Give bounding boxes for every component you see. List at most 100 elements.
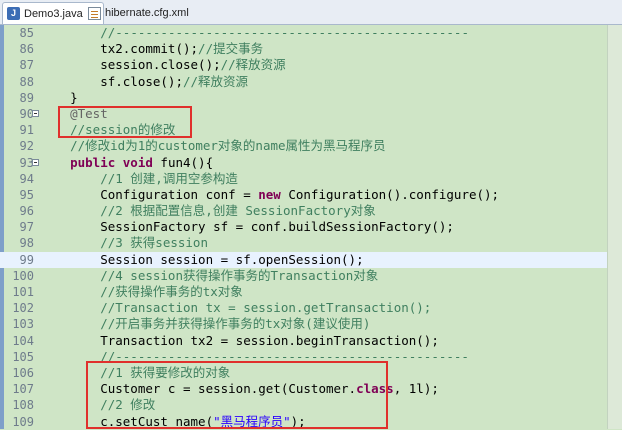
line-number: 93 [19, 155, 34, 170]
code-token: SessionFactory sf = conf.buildSessionFac… [40, 219, 454, 235]
line-number: 105 [12, 349, 34, 364]
fold-toggle-icon[interactable] [32, 109, 39, 117]
code-token: sf.close(); [40, 73, 183, 89]
code-line[interactable]: 98 //3 获得session [0, 235, 607, 251]
code-line[interactable]: 101 //获得操作事务的tx对象 [0, 284, 607, 300]
code-line[interactable]: 86 tx2.commit();//提交事务 [0, 41, 607, 57]
tab-label: hibernate.cfg.xml [105, 7, 189, 19]
code-line[interactable]: 105 //----------------------------------… [0, 349, 607, 365]
code-token: //--------------------------------------… [100, 25, 469, 40]
code-token: //3 获得session [40, 235, 208, 251]
line-number: 108 [12, 398, 34, 413]
code-text: @Test [40, 106, 108, 122]
line-number: 97 [19, 220, 34, 235]
code-text: //Transaction tx = session.getTransactio… [40, 300, 431, 316]
code-token: session.close(); [40, 57, 221, 73]
code-line[interactable]: 95 Configuration conf = new Configuratio… [0, 187, 607, 203]
line-number: 87 [19, 58, 34, 73]
code-token: //Transaction tx = session.getTransactio… [40, 300, 432, 316]
code-line[interactable]: 94 //1 创建,调用空参构造 [0, 171, 607, 187]
fold-toggle-icon[interactable] [32, 158, 39, 166]
code-token: Customer c = session.get(Customer. [40, 381, 357, 397]
code-line[interactable]: 109 c.setCust_name("黑马程序员"); [0, 414, 607, 430]
line-number: 106 [12, 365, 34, 380]
code-token: fun4(){ [152, 154, 214, 170]
code-line[interactable]: 90 @Test [0, 106, 607, 122]
line-number: 104 [12, 333, 34, 348]
code-token: , 1l); [393, 381, 439, 397]
code-text: //--------------------------------------… [40, 349, 469, 365]
code-text: Customer c = session.get(Customer.class,… [40, 381, 439, 397]
code-line[interactable]: 104 Transaction tx2 = session.beginTrans… [0, 333, 607, 349]
code-text: sf.close();//释放资源 [40, 74, 248, 90]
code-text: //2 根据配置信息,创建 SessionFactory对象 [40, 203, 376, 219]
code-text: session.close();//释放资源 [40, 57, 286, 73]
code-text: //1 获得要修改的对象 [40, 365, 230, 381]
line-number: 95 [19, 187, 34, 202]
code-text: //修改id为1的customer对象的name属性为黑马程序员 [40, 138, 386, 154]
code-line[interactable]: 102 //Transaction tx = session.getTransa… [0, 300, 607, 316]
code-line[interactable]: 100 //4 session获得操作事务的Transaction对象 [0, 268, 607, 284]
code-text: tx2.commit();//提交事务 [40, 41, 263, 57]
java-file-icon [7, 7, 20, 20]
code-text: c.setCust_name("黑马程序员"); [40, 414, 306, 430]
code-token: //获得操作事务的tx对象 [40, 284, 243, 299]
code-text: //1 创建,调用空参构造 [40, 171, 238, 187]
tab-label: Demo3.java [24, 7, 83, 20]
code-token: //--------------------------------------… [40, 348, 469, 364]
code-text: } [40, 90, 78, 106]
code-editor[interactable]: 85 //-----------------------------------… [0, 25, 622, 429]
code-line[interactable]: 91 //session的修改 [0, 122, 607, 138]
code-token: "黑马程序员" [213, 413, 291, 429]
code-text: //4 session获得操作事务的Transaction对象 [40, 268, 378, 284]
line-number: 100 [12, 268, 34, 283]
code-text: //开启事务并获得操作事务的tx对象(建议使用) [40, 316, 370, 332]
code-line[interactable]: 107 Customer c = session.get(Customer.cl… [0, 381, 607, 397]
code-line[interactable]: 106 //1 获得要修改的对象 [0, 365, 607, 381]
overview-ruler[interactable] [607, 25, 622, 429]
code-line[interactable]: 96 //2 根据配置信息,创建 SessionFactory对象 [0, 203, 607, 219]
code-token: //修改id为1的customer对象的name属性为黑马程序员 [40, 138, 386, 154]
line-number: 94 [19, 171, 34, 186]
code-text: //获得操作事务的tx对象 [40, 284, 243, 300]
code-line[interactable]: 103 //开启事务并获得操作事务的tx对象(建议使用) [0, 316, 607, 332]
code-text: SessionFactory sf = conf.buildSessionFac… [40, 219, 454, 235]
line-number: 85 [19, 26, 34, 40]
code-line[interactable]: 92 //修改id为1的customer对象的name属性为黑马程序员 [0, 138, 607, 154]
line-number: 107 [12, 382, 34, 397]
line-number: 96 [19, 204, 34, 219]
tab-hibernate-cfg-xml[interactable]: hibernate.cfg.xml [84, 2, 195, 24]
code-line[interactable]: 97 SessionFactory sf = conf.buildSession… [0, 219, 607, 235]
line-number: 89 [19, 90, 34, 105]
code-token: tx2.commit(); [40, 41, 199, 57]
code-line[interactable]: 108 //2 修改 [0, 397, 607, 413]
code-token: new [258, 186, 281, 202]
line-number: 90 [19, 106, 34, 121]
line-number: 86 [19, 42, 34, 57]
line-number: 91 [19, 123, 34, 138]
code-token: Configuration().configure(); [280, 186, 500, 202]
code-token: Session session = sf.openSession(); [40, 251, 364, 267]
code-line[interactable]: 88 sf.close();//释放资源 [0, 74, 607, 90]
code-token: Configuration conf = [40, 186, 259, 202]
code-token: //4 session获得操作事务的Transaction对象 [40, 267, 379, 283]
code-line[interactable]: 89 } [0, 90, 607, 106]
code-line[interactable]: 93 public void fun4(){ [0, 155, 607, 171]
code-token: @Test [40, 105, 108, 121]
code-token: //提交事务 [198, 41, 264, 57]
code-text: //session的修改 [40, 122, 175, 138]
code-line[interactable]: 85 //-----------------------------------… [0, 25, 607, 41]
line-number: 88 [19, 74, 34, 89]
code-line[interactable]: 99 Session session = sf.openSession(); [0, 251, 607, 268]
code-token: ); [290, 413, 306, 429]
line-number: 103 [12, 317, 34, 332]
line-number: 109 [12, 414, 34, 429]
code-text: Configuration conf = new Configuration()… [40, 187, 499, 203]
editor-tab-bar: Demo3.java ✕ hibernate.cfg.xml [0, 0, 622, 25]
code-lines[interactable]: 85 //-----------------------------------… [0, 25, 607, 430]
code-line[interactable]: 87 session.close();//释放资源 [0, 57, 607, 73]
code-token: //开启事务并获得操作事务的tx对象(建议使用) [40, 316, 371, 332]
line-number: 102 [12, 301, 34, 316]
code-token: //释放资源 [220, 57, 286, 73]
